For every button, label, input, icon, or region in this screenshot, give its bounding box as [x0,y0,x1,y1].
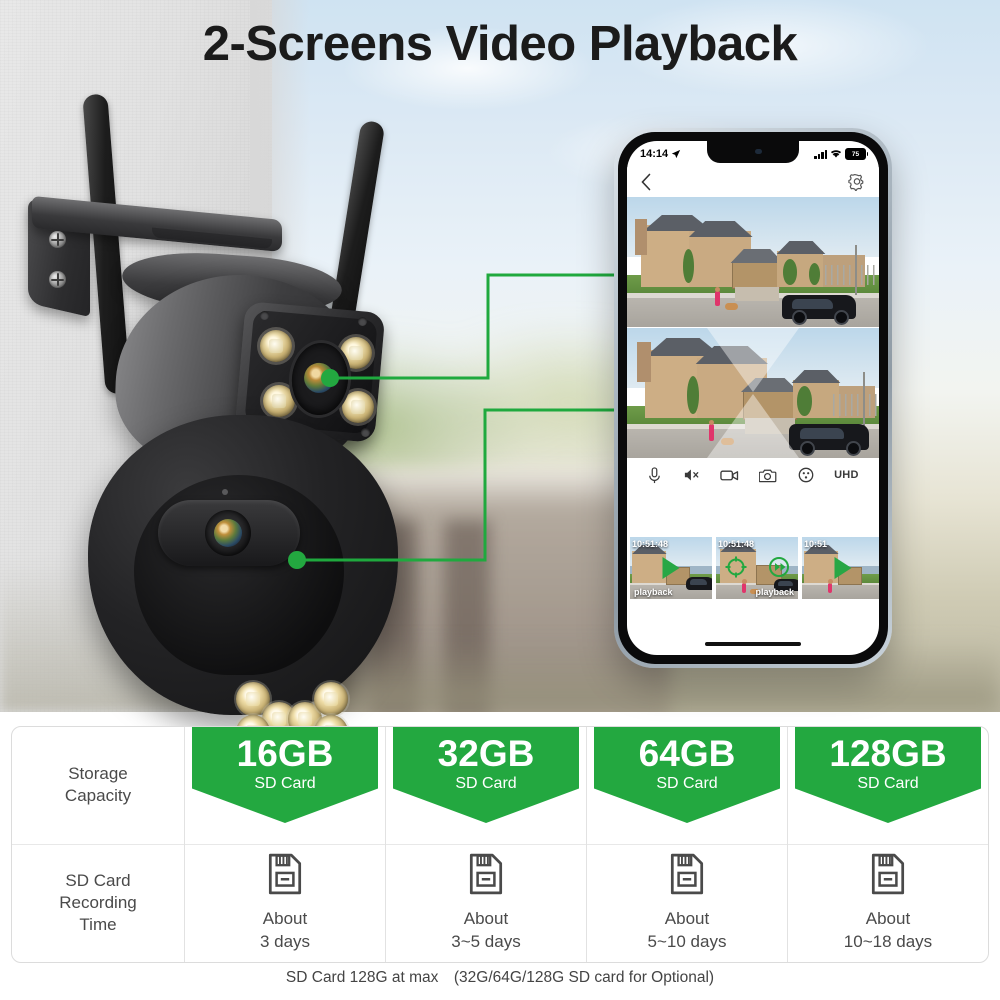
status-time: 14:14 [640,148,669,160]
label-line: Capacity [64,786,132,806]
about-label: About [664,908,710,928]
app-nav-bar [627,167,879,197]
page-title: 2-Screens Video Playback [202,17,798,71]
video-panel-primary[interactable] [627,197,879,327]
table-column-64gb: 64GB SD Card About 5~10 days [587,727,788,962]
sd-card-icon [871,853,905,895]
label-line: Recording [59,893,137,913]
video-panel-secondary[interactable] [627,328,879,458]
capacity-sub: SD Card [656,775,718,792]
microphone-icon[interactable] [647,466,662,484]
capacity-size: 16GB [236,733,334,774]
thumbnail-timestamp: 10:51:48 [718,539,755,549]
sensor-dot [358,317,367,326]
camera-feed-zoom [627,328,879,458]
playback-thumbnail[interactable]: 10:51:48 playback [630,537,712,599]
recording-time-value: About 10~18 days [844,907,932,954]
thumbnail-label: playback [755,587,794,597]
row-label-recording-time: SD Card Recording Time [12,843,184,963]
gear-icon[interactable] [848,173,866,191]
sensor-dot [361,428,370,437]
digital-zoom-cone [707,394,799,458]
about-label: About [463,908,509,928]
front-camera-icon [754,149,762,154]
capacity-size: 32GB [437,733,535,774]
sd-card-icon [469,853,503,895]
table-label-column: Storage Capacity SD Card Recording Time [12,727,185,962]
camera-icon[interactable] [759,468,777,483]
table-footnote: SD Card 128G at max (32G/64G/128G SD car… [285,969,715,986]
capacity-sub: SD Card [254,775,316,792]
digital-zoom-cone [707,328,799,392]
capacity-banner: 64GB SD Card [594,727,780,823]
phone-screen: 14:14 75 UHD 10:51:48 playback 10:51:48 … [627,141,879,655]
ir-led [260,330,292,362]
label-line: Storage [68,763,128,783]
wifi-icon [830,150,842,158]
spotlight-led [314,682,348,716]
speaker-mute-icon[interactable] [683,467,700,483]
capacity-size: 64GB [638,733,736,774]
capacity-size: 128GB [829,733,947,774]
phone-notch [707,141,799,163]
capacity-banner: 32GB SD Card [393,727,579,823]
recording-time-value: About 3 days [260,907,310,954]
label-line: Time [79,915,117,935]
location-arrow-icon [671,149,681,159]
signal-bars-icon [814,149,827,159]
capacity-sub: SD Card [455,775,517,792]
fast-forward-icon[interactable] [767,555,791,579]
table-column-16gb: 16GB SD Card About 3 days [185,727,386,962]
row-label-storage-capacity: Storage Capacity [12,727,184,844]
smiley-dots-icon[interactable] [798,467,814,483]
microphone-hole [222,489,228,495]
video-camera-icon[interactable] [720,468,739,482]
play-icon[interactable] [834,557,852,579]
thumbnail-timestamp: 10:51 [804,539,828,549]
chevron-left-icon[interactable] [640,173,652,191]
recording-time-value: About 3~5 days [451,907,520,954]
camera-feed-wide [627,197,879,327]
lower-camera-lens [205,510,251,556]
resolution-label[interactable]: UHD [834,469,859,481]
motion-target-icon [725,556,747,578]
ir-led [342,391,374,423]
thumbnail-timestamp: 10:51:48 [632,539,669,549]
days-value: 10~18 days [843,932,933,952]
capacity-sub: SD Card [857,775,919,792]
days-value: 5~10 days [647,932,727,952]
home-indicator [705,642,801,646]
table-column-128gb: 128GB SD Card About 10~18 days [788,727,988,962]
days-value: 3 days [259,932,311,952]
camera-control-bar: UHD [627,458,879,492]
label-line: SD Card [65,870,131,890]
playback-thumbnail[interactable]: 10:51 [802,537,879,599]
sd-card-icon [268,853,302,895]
ir-led [263,385,295,417]
thumbnail-label: playback [634,587,673,597]
security-camera-product [10,85,430,769]
table-column-32gb: 32GB SD Card About 3~5 days [386,727,587,962]
about-label: About [262,908,308,928]
mount-screw [49,271,66,288]
playback-thumbnail[interactable]: 10:51:48 playback [716,537,798,599]
playback-thumbnail-row: 10:51:48 playback 10:51:48 playback 10:5… [627,537,879,599]
storage-capacity-table: Storage Capacity SD Card Recording Time … [11,726,989,963]
sensor-dot [260,311,269,320]
play-icon[interactable] [662,557,680,579]
mount-screw [49,231,66,248]
capacity-banner: 128GB SD Card [795,727,981,823]
recording-time-value: About 5~10 days [648,907,727,954]
sd-card-icon [670,853,704,895]
days-value: 3~5 days [451,932,521,952]
about-label: About [865,908,911,928]
page-root: 2-Screens Video Playback 14:14 75 UHD 10… [0,0,1000,1000]
battery-level: 75 [851,150,860,158]
battery-icon: 75 [845,148,869,160]
capacity-banner: 16GB SD Card [192,727,378,823]
